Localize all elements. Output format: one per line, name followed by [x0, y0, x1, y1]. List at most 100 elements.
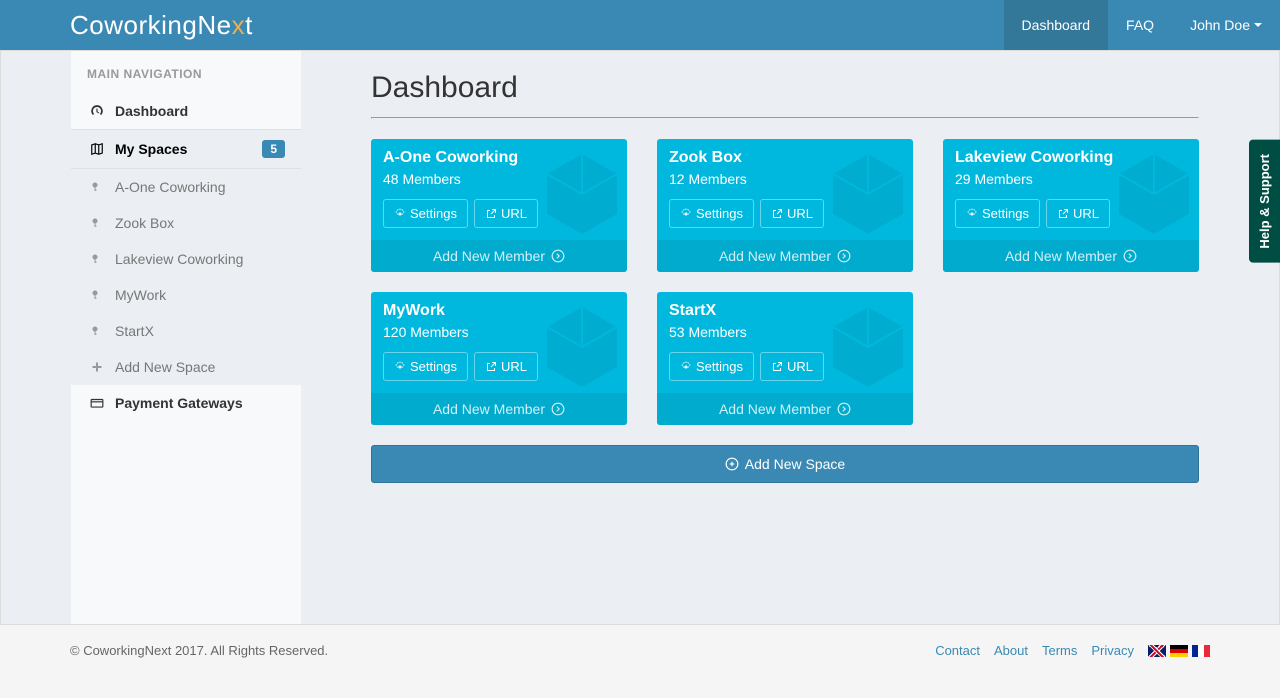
button-label: URL	[1073, 206, 1099, 221]
footer-terms[interactable]: Terms	[1042, 643, 1077, 658]
flag-de-icon[interactable]	[1170, 645, 1188, 657]
nav-user-menu[interactable]: John Doe	[1172, 0, 1280, 50]
settings-button[interactable]: Settings	[383, 352, 468, 381]
sidebar-item-label: Zook Box	[115, 215, 174, 231]
button-label: Add New Member	[719, 401, 831, 417]
plus-icon	[87, 361, 107, 373]
sidebar-item-label: Dashboard	[115, 103, 188, 119]
nav-faq-label: FAQ	[1126, 17, 1154, 33]
gears-icon	[394, 208, 406, 220]
button-label: URL	[787, 206, 813, 221]
gears-icon	[394, 361, 406, 373]
card-members: 29 Members	[955, 171, 1187, 187]
button-label: Settings	[982, 206, 1029, 221]
arrow-circle-right-icon	[837, 249, 851, 263]
spaces-count-badge: 5	[262, 140, 285, 158]
settings-button[interactable]: Settings	[669, 352, 754, 381]
navbar: CoworkingNext Dashboard FAQ John Doe	[0, 0, 1280, 50]
settings-button[interactable]: Settings	[955, 199, 1040, 228]
footer-about[interactable]: About	[994, 643, 1028, 658]
sidebar-item-space[interactable]: Zook Box	[71, 205, 301, 241]
url-button[interactable]: URL	[474, 352, 538, 381]
add-member-button[interactable]: Add New Member	[657, 393, 913, 425]
add-member-button[interactable]: Add New Member	[371, 393, 627, 425]
button-label: Settings	[410, 206, 457, 221]
button-label: Add New Member	[1005, 248, 1117, 264]
footer-privacy[interactable]: Privacy	[1091, 643, 1134, 658]
sidebar-item-label: StartX	[115, 323, 154, 339]
add-member-button[interactable]: Add New Member	[371, 240, 627, 272]
cards-grid: A-One Coworking 48 Members Settings URL …	[371, 139, 1199, 425]
card-members: 120 Members	[383, 324, 615, 340]
arrow-circle-right-icon	[837, 402, 851, 416]
sidebar-item-space[interactable]: Lakeview Coworking	[71, 241, 301, 277]
space-card: StartX 53 Members Settings URL Add New M…	[657, 292, 913, 425]
nav-dashboard-label: Dashboard	[1022, 17, 1091, 33]
sidebar-item-label: My Spaces	[115, 141, 187, 157]
external-link-icon	[771, 208, 783, 220]
key-icon	[87, 253, 107, 265]
nav-user-label: John Doe	[1190, 17, 1250, 33]
card-members: 48 Members	[383, 171, 615, 187]
button-label: Settings	[696, 359, 743, 374]
footer-links: Contact About Terms Privacy	[935, 643, 1210, 658]
sidebar-item-label: A-One Coworking	[115, 179, 226, 195]
sidebar-item-dashboard[interactable]: Dashboard	[71, 93, 301, 129]
space-card: Zook Box 12 Members Settings URL Add New…	[657, 139, 913, 272]
sidebar-item-space[interactable]: StartX	[71, 313, 301, 349]
card-title: Lakeview Coworking	[955, 149, 1187, 167]
page-title: Dashboard	[371, 71, 1199, 105]
arrow-circle-right-icon	[1123, 249, 1137, 263]
footer-contact[interactable]: Contact	[935, 643, 980, 658]
sidebar-item-space[interactable]: MyWork	[71, 277, 301, 313]
key-icon	[87, 217, 107, 229]
credit-card-icon	[87, 396, 107, 410]
gears-icon	[966, 208, 978, 220]
button-label: URL	[501, 206, 527, 221]
url-button[interactable]: URL	[474, 199, 538, 228]
button-label: Add New Member	[719, 248, 831, 264]
flag-fr-icon[interactable]	[1192, 645, 1210, 657]
card-members: 12 Members	[669, 171, 901, 187]
help-support-tab[interactable]: Help & Support	[1249, 140, 1280, 263]
logo-text-pre: CoworkingNe	[70, 10, 232, 41]
main: Dashboard A-One Coworking 48 Members Set…	[301, 51, 1279, 624]
url-button[interactable]: URL	[760, 352, 824, 381]
sidebar-item-space[interactable]: A-One Coworking	[71, 169, 301, 205]
card-title: MyWork	[383, 302, 615, 320]
logo[interactable]: CoworkingNext	[70, 10, 253, 41]
language-flags	[1148, 645, 1210, 657]
button-label: Add New Space	[745, 456, 845, 472]
button-label: URL	[787, 359, 813, 374]
sidebar-item-label: Payment Gateways	[115, 395, 243, 411]
sidebar-item-my-spaces[interactable]: My Spaces 5	[71, 129, 301, 169]
add-space-button[interactable]: Add New Space	[371, 445, 1199, 483]
help-label: Help & Support	[1257, 154, 1272, 249]
url-button[interactable]: URL	[1046, 199, 1110, 228]
flag-uk-icon[interactable]	[1148, 645, 1166, 657]
add-member-button[interactable]: Add New Member	[657, 240, 913, 272]
key-icon	[87, 289, 107, 301]
card-title: StartX	[669, 302, 901, 320]
arrow-circle-right-icon	[551, 402, 565, 416]
sidebar-item-payment-gateways[interactable]: Payment Gateways	[71, 385, 301, 421]
button-label: URL	[501, 359, 527, 374]
nav-dashboard[interactable]: Dashboard	[1004, 0, 1109, 50]
gears-icon	[680, 361, 692, 373]
sidebar-item-label: Add New Space	[115, 359, 215, 375]
external-link-icon	[1057, 208, 1069, 220]
url-button[interactable]: URL	[760, 199, 824, 228]
gauge-icon	[87, 104, 107, 118]
logo-text-post: t	[245, 10, 253, 41]
button-label: Add New Member	[433, 401, 545, 417]
settings-button[interactable]: Settings	[383, 199, 468, 228]
card-title: A-One Coworking	[383, 149, 615, 167]
card-members: 53 Members	[669, 324, 901, 340]
sidebar-item-add-space[interactable]: Add New Space	[71, 349, 301, 385]
plus-circle-icon	[725, 457, 739, 471]
settings-button[interactable]: Settings	[669, 199, 754, 228]
button-label: Settings	[410, 359, 457, 374]
add-member-button[interactable]: Add New Member	[943, 240, 1199, 272]
footer: © CoworkingNext 2017. All Rights Reserve…	[0, 625, 1280, 676]
nav-faq[interactable]: FAQ	[1108, 0, 1172, 50]
